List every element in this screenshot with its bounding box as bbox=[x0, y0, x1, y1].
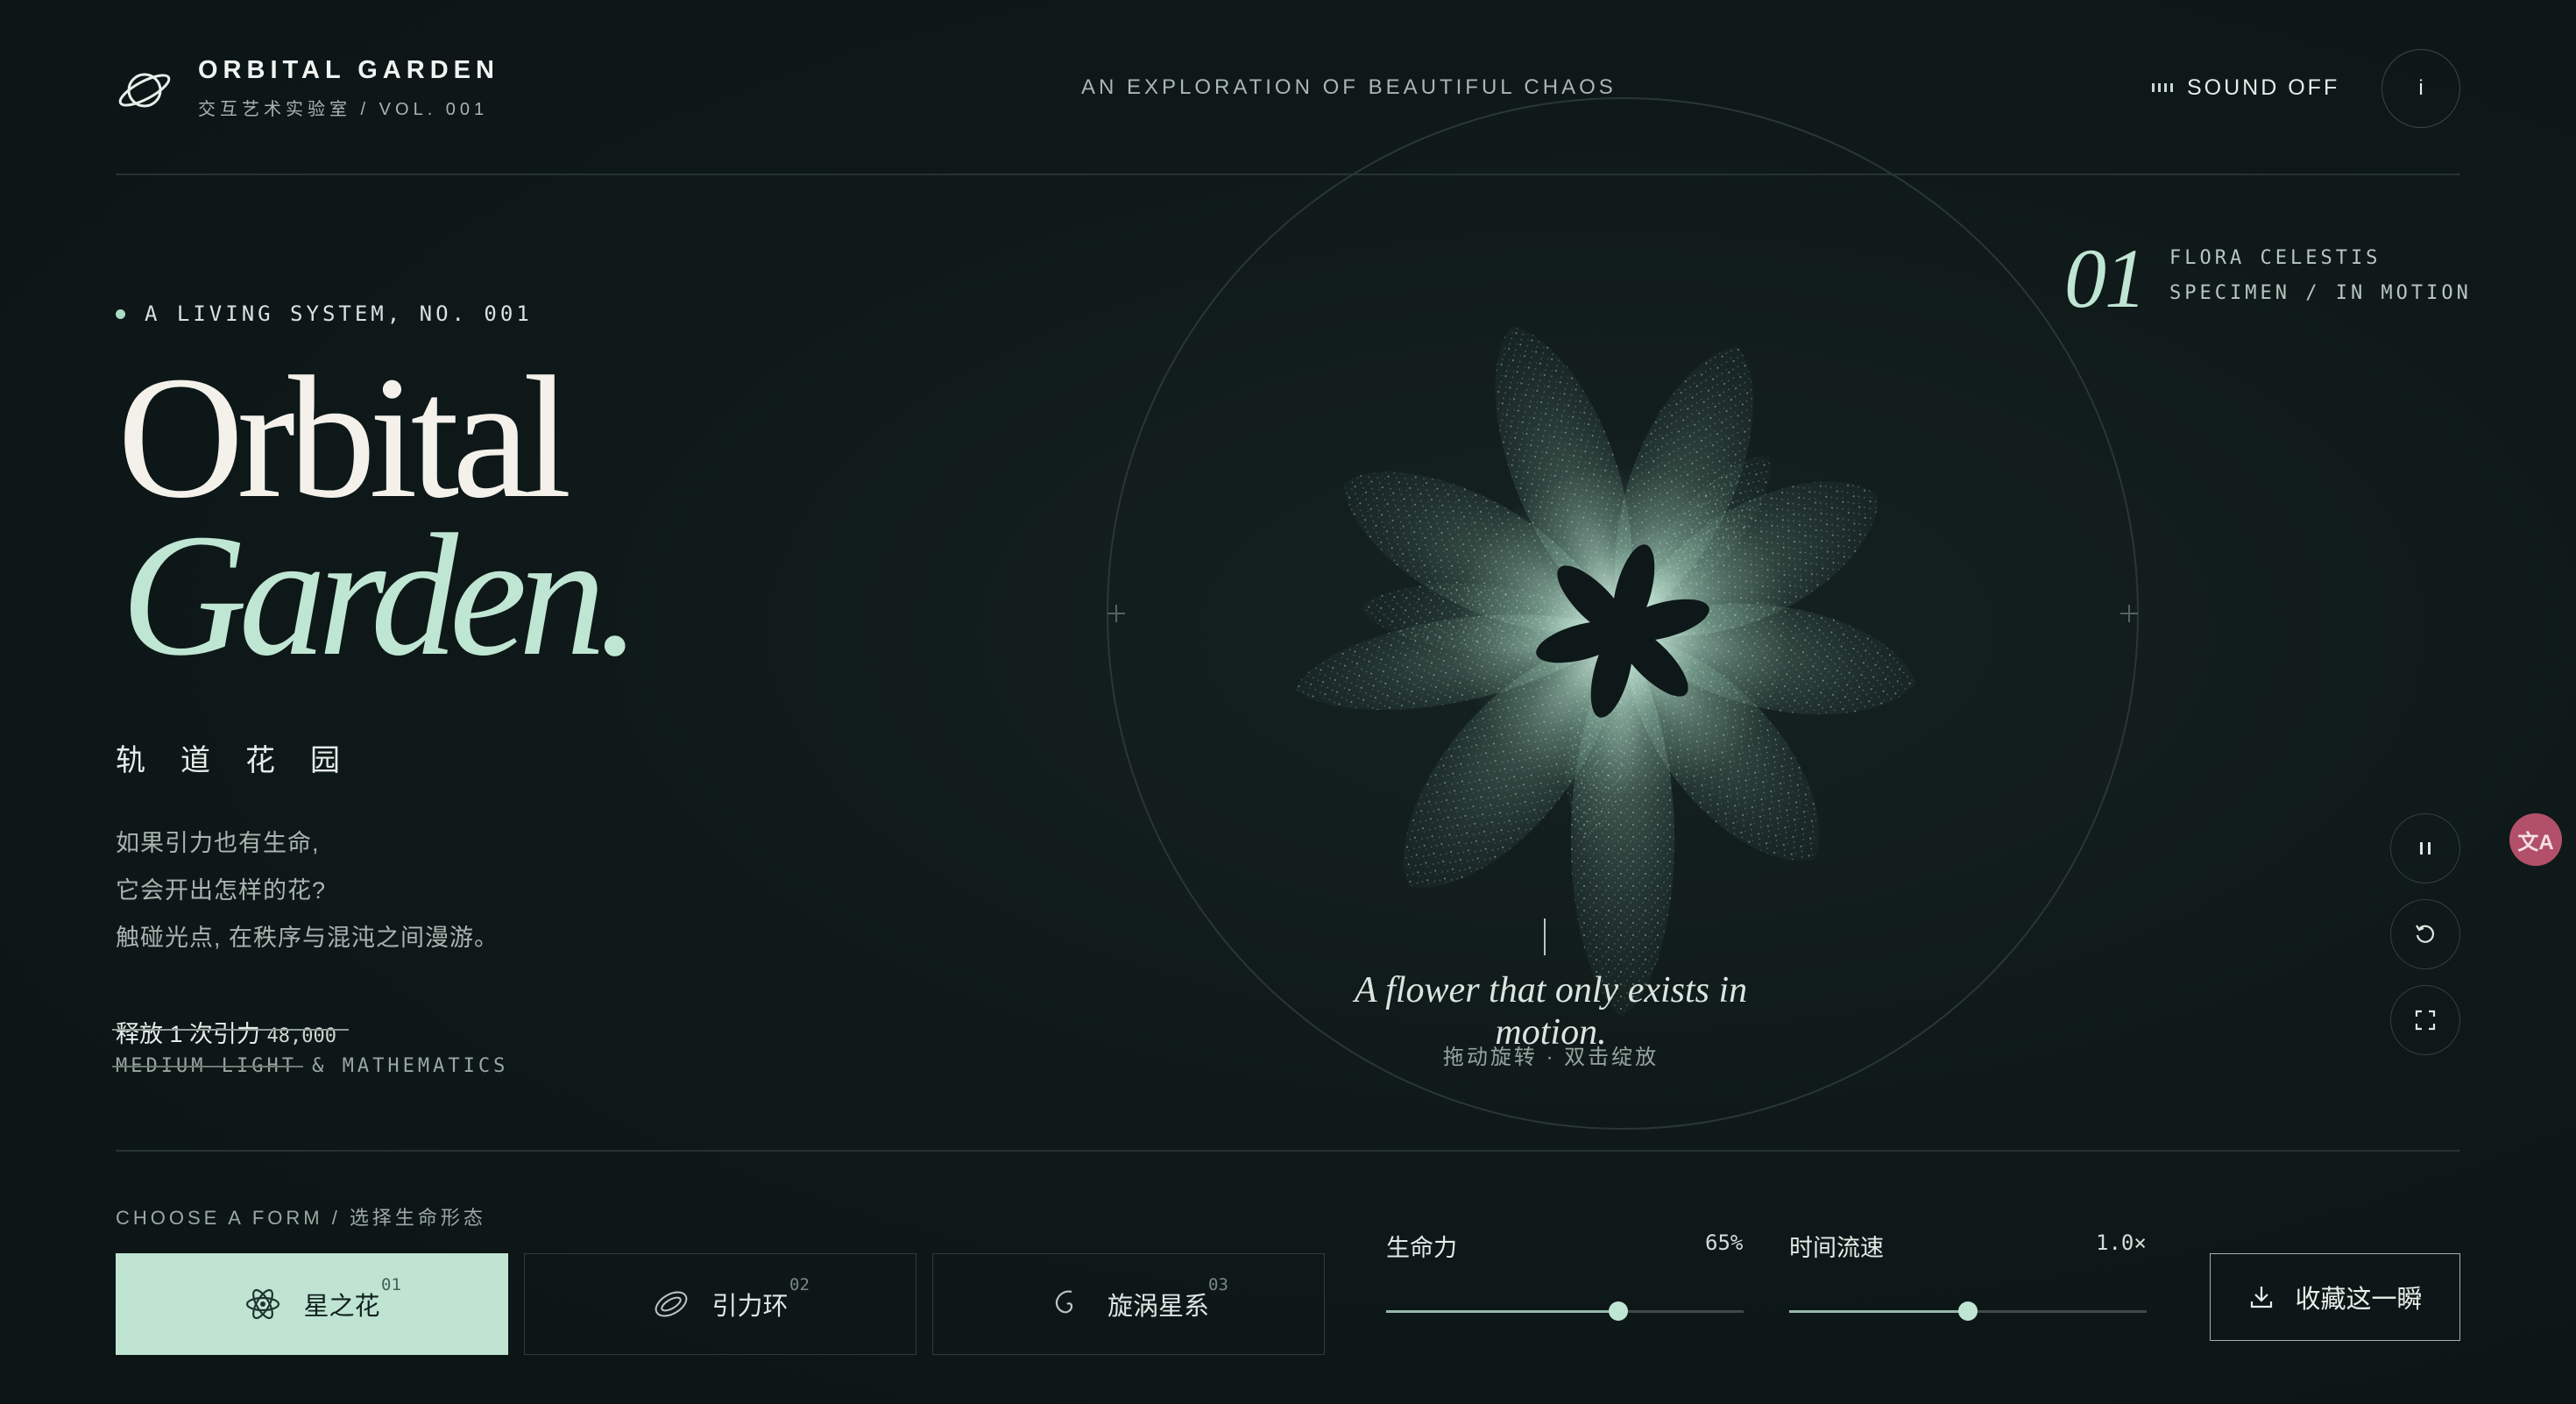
description-line-2: 它会开出怎样的花? bbox=[116, 877, 327, 904]
specimen-name: FLORA CELESTIS bbox=[2169, 247, 2381, 269]
download-icon bbox=[2251, 1287, 2273, 1308]
form-index: 03 bbox=[1208, 1275, 1228, 1294]
stat-strike-line bbox=[112, 1029, 349, 1031]
reset-button[interactable] bbox=[2390, 899, 2460, 969]
gravity-stat: 释放 1 次引力 48,000 bbox=[116, 1015, 336, 1049]
vitality-slider-fill bbox=[1386, 1310, 1619, 1313]
info-icon: i bbox=[2418, 76, 2424, 100]
pause-button[interactable] bbox=[2390, 813, 2460, 883]
time-flow-slider-fill bbox=[1789, 1310, 1968, 1313]
medium-strike-line bbox=[112, 1066, 303, 1067]
chinese-title: 轨道花园 bbox=[116, 744, 375, 777]
save-label: 收藏这一瞬 bbox=[2295, 1286, 2423, 1314]
specimen-number: 01 bbox=[2064, 231, 2147, 325]
hero-title-line2: Garden. bbox=[121, 499, 641, 692]
brand-title: ORBITAL GARDEN bbox=[198, 56, 499, 84]
gravity-stat-text: 释放 1 次引力 bbox=[116, 1021, 261, 1047]
spiral-icon bbox=[1055, 1290, 1073, 1314]
fullscreen-icon bbox=[2415, 1010, 2436, 1031]
form-index: 01 bbox=[381, 1275, 401, 1294]
form-index: 02 bbox=[789, 1275, 810, 1294]
translate-icon[interactable]: 文A bbox=[2509, 813, 2562, 866]
time-flow-value: 1.0× bbox=[2096, 1230, 2147, 1255]
description-line-3: 触碰光点, 在秩序与混沌之间漫游。 bbox=[116, 925, 499, 951]
caret-line bbox=[1544, 918, 1546, 955]
bottom-divider bbox=[116, 1150, 2460, 1152]
form-button-spiral-galaxy[interactable]: 旋涡星系 03 bbox=[932, 1253, 1325, 1355]
vitality-value: 65% bbox=[1705, 1230, 1744, 1255]
choose-form-label: CHOOSE A FORM / 选择生命形态 bbox=[116, 1207, 486, 1229]
interaction-hint: 拖动旋转 · 双击绽放 bbox=[1442, 1046, 1660, 1069]
time-flow-slider-thumb[interactable] bbox=[1958, 1301, 1978, 1321]
specimen-status: SPECIMEN / IN MOTION bbox=[2169, 282, 2472, 304]
form-button-gravity-ring[interactable]: 引力环 02 bbox=[524, 1253, 916, 1355]
vitality-slider-track[interactable] bbox=[1386, 1310, 1744, 1313]
fullscreen-button[interactable] bbox=[2390, 985, 2460, 1055]
pause-icon bbox=[2420, 842, 2431, 854]
vitality-label: 生命力 bbox=[1386, 1235, 1457, 1261]
eyebrow-text: A LIVING SYSTEM, NO. 001 bbox=[145, 301, 533, 326]
description-line-1: 如果引力也有生命, bbox=[116, 830, 320, 856]
save-moment-button[interactable]: 收藏这一瞬 bbox=[2210, 1253, 2460, 1341]
status-dot-icon bbox=[116, 308, 125, 319]
form-label: 引力环 bbox=[711, 1293, 789, 1321]
ring-icon bbox=[655, 1291, 688, 1317]
flower-center-dot bbox=[1600, 608, 1645, 654]
atom-icon bbox=[246, 1288, 280, 1320]
sound-toggle-button[interactable]: SOUND OFF bbox=[2152, 72, 2339, 103]
sound-label: SOUND OFF bbox=[2187, 74, 2340, 100]
planet-logo-icon bbox=[116, 61, 173, 119]
info-button[interactable]: i bbox=[2381, 49, 2460, 128]
sound-bars-icon bbox=[2152, 83, 2173, 92]
eyebrow: A LIVING SYSTEM, NO. 001 bbox=[116, 301, 533, 326]
brand-subtitle: 交互艺术实验室 / VOL. 001 bbox=[198, 100, 489, 119]
reset-icon bbox=[2416, 925, 2435, 943]
vitality-slider-thumb[interactable] bbox=[1609, 1301, 1629, 1321]
form-label: 旋涡星系 bbox=[1107, 1293, 1209, 1321]
form-label: 星之花 bbox=[303, 1293, 380, 1321]
time-flow-label: 时间流速 bbox=[1789, 1235, 1884, 1261]
form-button-star-flower[interactable]: 星之花 01 bbox=[116, 1253, 508, 1355]
